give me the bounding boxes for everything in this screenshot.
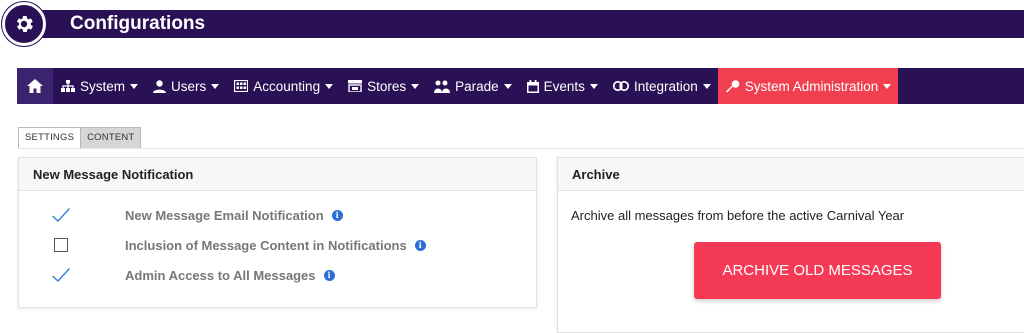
new-message-notification-panel: New Message Notification New Message Ema… bbox=[18, 157, 537, 308]
info-icon[interactable]: i bbox=[331, 209, 343, 221]
tab-bar: SETTINGS CONTENT bbox=[18, 127, 142, 149]
panel-title: New Message Notification bbox=[19, 158, 536, 191]
tab-divider bbox=[18, 148, 1024, 149]
caret-down-icon bbox=[589, 83, 598, 89]
nav-label-parade: Parade bbox=[455, 78, 499, 94]
option-row: New Message Email Notification i bbox=[19, 204, 538, 226]
option-text: New Message Email Notification bbox=[125, 207, 324, 223]
option-label: Admin Access to All Messages i bbox=[125, 268, 335, 283]
checkmark-icon[interactable] bbox=[51, 205, 71, 225]
nav-item-accounting[interactable]: Accounting bbox=[226, 68, 340, 104]
checkbox[interactable] bbox=[51, 235, 71, 255]
caret-down-icon bbox=[325, 83, 334, 89]
nav-item-system-administration[interactable]: System Administration bbox=[717, 68, 899, 104]
tab-content[interactable]: CONTENT bbox=[81, 127, 142, 149]
nav-item-stores[interactable]: Stores bbox=[340, 68, 426, 104]
option-text: Inclusion of Message Content in Notifica… bbox=[125, 237, 407, 253]
archive-description: Archive all messages from before the act… bbox=[571, 208, 905, 223]
parade-icon bbox=[434, 80, 451, 93]
option-label: New Message Email Notification i bbox=[125, 208, 343, 223]
page-title: Configurations bbox=[70, 13, 206, 34]
title-bar: Configurations bbox=[0, 0, 1024, 48]
nav-label-system: System bbox=[80, 78, 126, 94]
option-row: Inclusion of Message Content in Notifica… bbox=[19, 234, 538, 256]
nav-item-events[interactable]: Events bbox=[519, 68, 605, 104]
nav-label-events: Events bbox=[543, 78, 585, 94]
nav-label-integration: Integration bbox=[633, 78, 698, 94]
unchecked-box-icon bbox=[54, 238, 68, 252]
caret-down-icon bbox=[702, 83, 711, 89]
option-row: Admin Access to All Messages i bbox=[19, 264, 538, 286]
checkmark-icon[interactable] bbox=[51, 265, 71, 285]
option-text: Admin Access to All Messages bbox=[125, 267, 316, 283]
calendar-icon bbox=[526, 79, 539, 93]
caret-down-icon bbox=[130, 83, 139, 89]
calculator-icon bbox=[234, 80, 249, 92]
nav-label-system-administration: System Administration bbox=[744, 78, 879, 94]
nav-label-accounting: Accounting bbox=[253, 78, 321, 94]
nav-item-system[interactable]: System bbox=[53, 68, 145, 104]
nav-item-parade[interactable]: Parade bbox=[426, 68, 519, 104]
user-icon bbox=[153, 79, 167, 93]
sitemap-icon bbox=[61, 80, 75, 92]
caret-down-icon bbox=[411, 83, 420, 89]
caret-down-icon bbox=[503, 83, 512, 89]
caret-down-icon bbox=[211, 83, 220, 89]
nav-label-stores: Stores bbox=[367, 78, 407, 94]
store-icon bbox=[348, 80, 363, 92]
info-icon[interactable]: i bbox=[323, 269, 335, 281]
home-icon[interactable] bbox=[17, 68, 53, 104]
main-nav: System Users Accounting Stores Parade Ev… bbox=[17, 68, 1024, 104]
nav-label-users: Users bbox=[171, 78, 207, 94]
nav-item-integration[interactable]: Integration bbox=[605, 68, 718, 104]
tab-settings[interactable]: SETTINGS bbox=[18, 127, 82, 149]
link-icon bbox=[612, 81, 629, 91]
archive-panel: Archive Archive all messages from before… bbox=[557, 157, 1024, 333]
archive-old-messages-button[interactable]: ARCHIVE OLD MESSAGES bbox=[694, 242, 941, 299]
option-label: Inclusion of Message Content in Notifica… bbox=[125, 238, 426, 253]
info-icon[interactable]: i bbox=[414, 239, 426, 251]
key-icon bbox=[725, 79, 740, 93]
panel-title: Archive bbox=[558, 158, 1024, 191]
gear-icon bbox=[2, 2, 46, 46]
nav-item-users[interactable]: Users bbox=[145, 68, 226, 104]
caret-down-icon bbox=[883, 83, 892, 89]
